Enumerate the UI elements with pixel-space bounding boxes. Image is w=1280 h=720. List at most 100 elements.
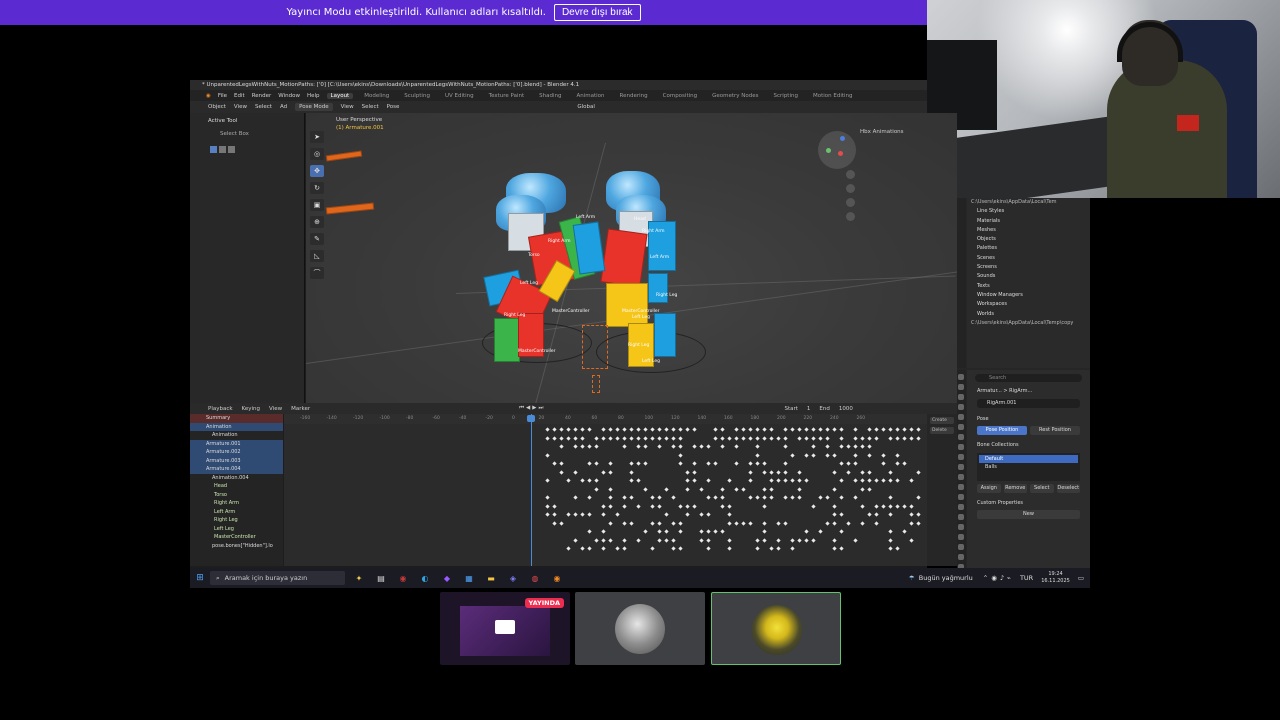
keyframe[interactable] [671,495,676,500]
keyframe[interactable] [629,435,634,441]
keyframe[interactable] [671,520,676,526]
keyframe[interactable] [790,478,795,483]
keyframe[interactable] [762,461,767,466]
active-tool-item[interactable]: Select Box [190,124,304,137]
keyframe[interactable] [909,478,914,483]
keyframe[interactable] [636,427,641,432]
channel-row[interactable]: Left Leg [190,525,283,534]
header-add-menu[interactable]: Ad [280,104,287,110]
new-property-button[interactable]: New [977,510,1080,519]
keyframe[interactable] [657,435,662,441]
keyframe[interactable] [580,512,585,517]
tab-layout[interactable]: Layout [326,92,354,99]
keyframe[interactable] [622,495,627,500]
tab-animation[interactable]: Animation [572,93,608,99]
channel-row[interactable]: Right Arm [190,499,283,508]
keyframe[interactable] [559,520,564,526]
outliner-row[interactable]: Line Styles [967,207,1090,216]
keyframe[interactable] [587,444,592,449]
menu-render[interactable]: Render [252,93,272,99]
keyframe[interactable] [790,452,795,458]
keyframe[interactable] [783,478,788,483]
keyframe[interactable] [594,478,599,483]
notifications-icon[interactable]: ▭ [1078,574,1084,582]
keyframe[interactable] [629,469,634,475]
keyframe[interactable] [622,537,627,543]
rig-wireframe[interactable] [592,375,600,393]
keyframe[interactable] [832,503,837,509]
keyframe[interactable] [874,503,879,509]
keyframe[interactable] [601,469,606,475]
keyframe[interactable] [657,495,662,500]
windows-start-icon[interactable]: ⊞ [190,573,210,583]
keyframe[interactable] [643,461,648,466]
keyframe[interactable] [832,520,837,526]
keyframe[interactable] [636,461,641,466]
keyframe[interactable] [797,495,802,500]
tab-texture-paint[interactable]: Texture Paint [485,93,529,99]
keyframe[interactable] [685,503,690,509]
keyframe[interactable] [713,435,718,441]
keyframe[interactable] [762,503,767,509]
keyframe[interactable] [811,503,816,509]
keyframe[interactable] [909,503,914,509]
keyframe[interactable] [832,469,837,475]
keyframe[interactable] [762,529,767,534]
bone-collections-header[interactable]: Bone Collections [967,437,1090,450]
keyframe[interactable] [545,452,550,458]
keyframe[interactable] [657,529,662,534]
keyframe[interactable] [699,486,704,492]
keyframe[interactable] [811,452,816,458]
keyframe[interactable] [601,503,606,509]
keyframe[interactable] [888,495,893,500]
keyframe[interactable] [608,435,613,441]
keyframe[interactable] [580,478,585,483]
relax-tool-icon[interactable]: ⌒ [310,267,324,279]
keyframe[interactable] [594,435,599,441]
keyframe[interactable] [545,495,550,500]
keyframe[interactable] [678,461,683,466]
keyframe[interactable] [559,469,564,475]
keyframe[interactable] [804,529,809,534]
zoom-icon[interactable] [846,170,855,179]
keyframe[interactable] [853,495,858,500]
custom-properties-header[interactable]: Custom Properties [967,495,1090,508]
mode-dropdown[interactable]: Pose Mode [295,103,333,111]
keyframe[interactable] [650,435,655,441]
pan-hand-icon[interactable] [846,184,855,193]
keyframe[interactable] [811,444,816,449]
keyframe[interactable] [671,427,676,432]
keyframe[interactable] [685,427,690,432]
keyframe[interactable] [909,520,914,526]
channel-row[interactable]: Head [190,482,283,491]
keyframe[interactable] [790,537,795,543]
keyframe[interactable] [559,427,564,432]
keyframe[interactable] [769,486,774,492]
keyframe[interactable] [769,478,774,483]
keyframe[interactable] [832,452,837,458]
keyframe[interactable] [580,546,585,551]
keyframe[interactable] [832,546,837,551]
keyframe[interactable] [573,495,578,500]
transform-tool-icon[interactable]: ⊕ [310,216,324,228]
keyframe[interactable] [601,546,606,551]
keyframe[interactable] [853,444,858,449]
keyframe[interactable] [818,427,823,432]
keyframe[interactable] [839,444,844,449]
keyframe[interactable] [608,537,613,543]
keyframe[interactable] [706,478,711,483]
keyframe[interactable] [895,427,900,432]
taskbar-search[interactable]: ⌕ Aramak için buraya yazın [210,571,345,585]
keyframe[interactable] [804,435,809,441]
keyframe[interactable] [678,520,683,526]
keyframe[interactable] [608,486,613,492]
keyframe[interactable] [720,435,725,441]
tray-icons[interactable]: ⌃◉♪⌁ [983,574,1014,582]
keyframe[interactable] [769,546,774,551]
keyframe[interactable] [664,427,669,432]
keyframe[interactable] [608,503,613,509]
keyframe[interactable] [755,435,760,441]
copilot-icon[interactable]: ✦ [351,571,367,585]
outliner-row[interactable]: Workspaces [967,300,1090,309]
keyframe[interactable] [685,478,690,483]
